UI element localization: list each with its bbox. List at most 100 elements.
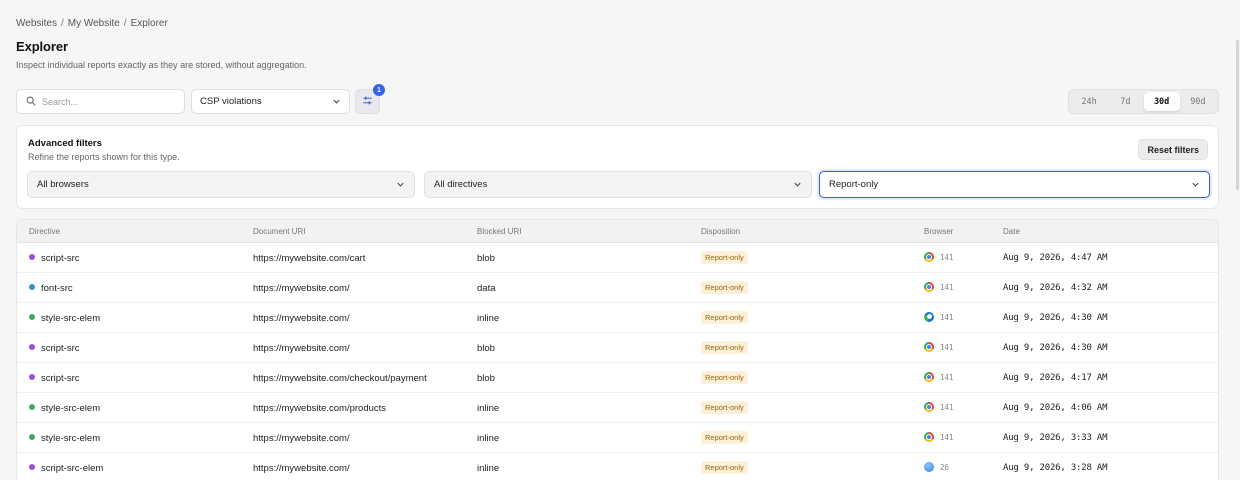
- browser-version: 141: [940, 282, 954, 292]
- blocked-uri-cell: inline: [477, 433, 500, 444]
- range-90d-button[interactable]: 90d: [1180, 92, 1216, 111]
- advanced-filters-title: Advanced filters: [28, 138, 102, 149]
- page-title: Explorer: [16, 39, 68, 54]
- reports-table: Directive Document URI Blocked URI Dispo…: [16, 219, 1219, 480]
- chevron-down-icon: [396, 180, 405, 189]
- browser-filter-select[interactable]: All browsers: [27, 171, 415, 198]
- date-cell: Aug 9, 2026, 4:06 AM: [1003, 403, 1108, 413]
- breadcrumb-explorer: Explorer: [130, 18, 168, 29]
- table-row[interactable]: script-src https://mywebsite.com/ blob R…: [17, 333, 1218, 363]
- edge-icon: [924, 312, 934, 322]
- table-row[interactable]: style-src-elem https://mywebsite.com/pro…: [17, 393, 1218, 423]
- range-30d-button[interactable]: 30d: [1143, 92, 1180, 111]
- report-type-select[interactable]: CSP violations: [191, 89, 350, 114]
- table-row[interactable]: script-src https://mywebsite.com/checkou…: [17, 363, 1218, 393]
- safari-icon: [924, 462, 934, 472]
- document-uri-cell: https://mywebsite.com/: [253, 343, 350, 354]
- document-uri-cell: https://mywebsite.com/: [253, 463, 350, 474]
- directive-text: style-src-elem: [41, 403, 101, 414]
- directive-cell: style-src-elem: [29, 433, 100, 444]
- disposition-badge: Report-only: [701, 311, 748, 324]
- document-uri-cell: https://mywebsite.com/products: [253, 403, 387, 414]
- breadcrumb-separator: /: [60, 18, 64, 29]
- directive-filter-value: All directives: [434, 179, 488, 190]
- directive-color-dot: [29, 464, 35, 470]
- directive-text: script-src: [41, 343, 80, 354]
- range-24h-button[interactable]: 24h: [1071, 92, 1107, 111]
- browser-cell: 141: [924, 282, 954, 292]
- directive-cell: style-src-elem: [29, 313, 100, 324]
- date-cell: Aug 9, 2026, 3:28 AM: [1003, 463, 1108, 473]
- breadcrumb-websites[interactable]: Websites: [16, 18, 57, 29]
- date-cell: Aug 9, 2026, 4:32 AM: [1003, 283, 1108, 293]
- disposition-filter-select[interactable]: Report-only: [819, 171, 1210, 198]
- directive-cell: script-src: [29, 343, 80, 354]
- directive-text: script-src: [41, 373, 80, 384]
- advanced-filters-panel: Advanced filters Refine the reports show…: [16, 125, 1219, 209]
- directive-cell: style-src-elem: [29, 403, 100, 414]
- table-row[interactable]: script-src https://mywebsite.com/cart bl…: [17, 243, 1218, 273]
- directive-color-dot: [29, 374, 35, 380]
- browser-cell: 141: [924, 402, 954, 412]
- sliders-icon: [362, 93, 373, 111]
- disposition-badge: Report-only: [701, 251, 748, 264]
- directive-cell: script-src: [29, 373, 80, 384]
- disposition-badge: Report-only: [701, 461, 748, 474]
- directive-color-dot: [29, 284, 35, 290]
- document-uri-cell: https://mywebsite.com/checkout/payment: [253, 373, 427, 384]
- directive-filter-select[interactable]: All directives: [424, 171, 812, 198]
- page-subtitle: Inspect individual reports exactly as th…: [16, 60, 307, 70]
- chevron-down-icon: [1191, 180, 1200, 189]
- document-uri-cell: https://mywebsite.com/: [253, 433, 350, 444]
- table-row[interactable]: font-src https://mywebsite.com/ data Rep…: [17, 273, 1218, 303]
- reset-filters-button[interactable]: Reset filters: [1138, 139, 1208, 160]
- advanced-filters-toggle-button[interactable]: 1: [355, 84, 385, 114]
- date-cell: Aug 9, 2026, 4:17 AM: [1003, 373, 1108, 383]
- chevron-down-icon: [793, 180, 802, 189]
- table-row[interactable]: script-src-elem https://mywebsite.com/ i…: [17, 453, 1218, 480]
- chrome-icon: [924, 252, 934, 262]
- column-header-disposition: Disposition: [701, 227, 741, 236]
- table-body: script-src https://mywebsite.com/cart bl…: [17, 243, 1218, 480]
- disposition-badge: Report-only: [701, 371, 748, 384]
- disposition-badge: Report-only: [701, 341, 748, 354]
- directive-cell: script-src-elem: [29, 463, 103, 474]
- time-range-selector: 24h 7d 30d 90d: [1068, 89, 1219, 114]
- report-type-value: CSP violations: [200, 96, 262, 107]
- directive-cell: font-src: [29, 283, 73, 294]
- breadcrumb-my-website[interactable]: My Website: [68, 18, 120, 29]
- page-scrollbar[interactable]: [1236, 40, 1239, 190]
- directive-color-dot: [29, 434, 35, 440]
- directive-text: style-src-elem: [41, 313, 101, 324]
- document-uri-cell: https://mywebsite.com/cart: [253, 253, 366, 264]
- disposition-badge: Report-only: [701, 431, 748, 444]
- advanced-filters-subtitle: Refine the reports shown for this type.: [28, 152, 180, 162]
- browser-filter-value: All browsers: [37, 179, 89, 190]
- search-input[interactable]: [42, 96, 172, 107]
- blocked-uri-cell: inline: [477, 403, 500, 414]
- date-cell: Aug 9, 2026, 4:47 AM: [1003, 253, 1108, 263]
- breadcrumb-separator: /: [123, 18, 127, 29]
- document-uri-cell: https://mywebsite.com/: [253, 283, 350, 294]
- browser-cell: 141: [924, 432, 954, 442]
- column-header-date: Date: [1003, 227, 1020, 236]
- blocked-uri-cell: blob: [477, 343, 495, 354]
- blocked-uri-cell: inline: [477, 313, 500, 324]
- browser-version: 141: [940, 252, 954, 262]
- date-cell: Aug 9, 2026, 4:30 AM: [1003, 343, 1108, 353]
- directive-cell: script-src: [29, 253, 80, 264]
- browser-cell: 141: [924, 342, 954, 352]
- chevron-down-icon: [332, 97, 341, 106]
- blocked-uri-cell: blob: [477, 253, 495, 264]
- disposition-badge: Report-only: [701, 281, 748, 294]
- column-header-document-uri: Document URI: [253, 227, 306, 236]
- blocked-uri-cell: inline: [477, 463, 500, 474]
- date-cell: Aug 9, 2026, 4:30 AM: [1003, 313, 1108, 323]
- directive-text: font-src: [41, 283, 73, 294]
- directive-text: script-src-elem: [41, 463, 104, 474]
- table-row[interactable]: style-src-elem https://mywebsite.com/ in…: [17, 423, 1218, 453]
- range-7d-button[interactable]: 7d: [1107, 92, 1143, 111]
- search-box[interactable]: [16, 89, 185, 114]
- date-cell: Aug 9, 2026, 3:33 AM: [1003, 433, 1108, 443]
- table-row[interactable]: style-src-elem https://mywebsite.com/ in…: [17, 303, 1218, 333]
